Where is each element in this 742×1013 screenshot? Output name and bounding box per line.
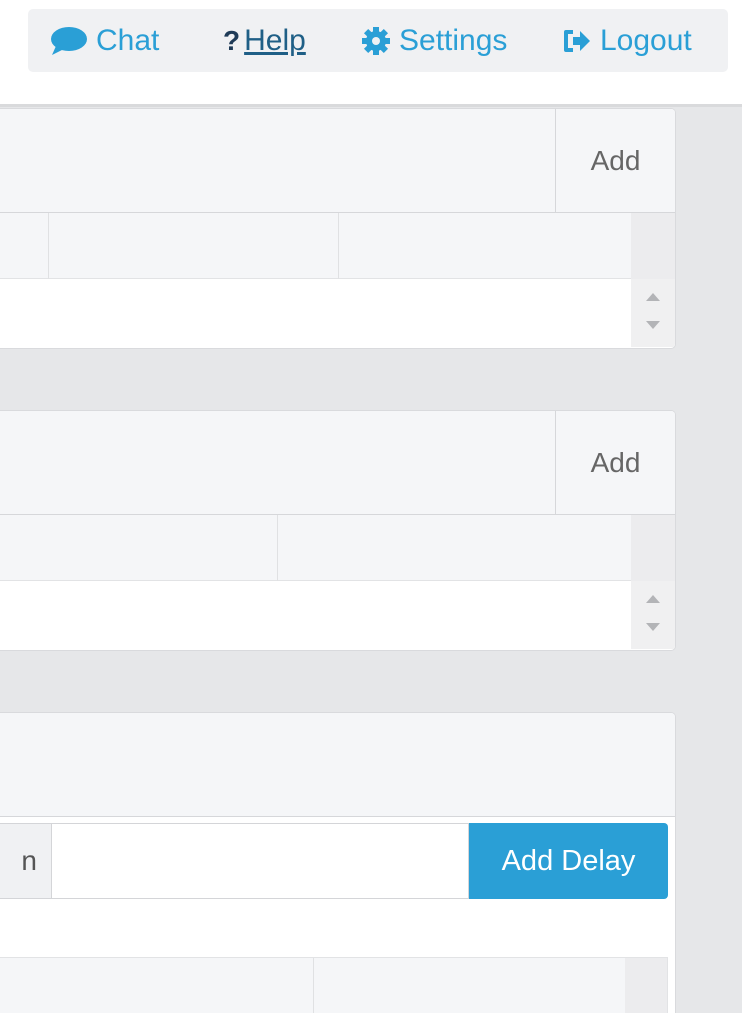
panel-2-grid-body — [0, 581, 675, 649]
column-divider — [313, 958, 314, 1013]
panel-2: Add — [0, 410, 676, 651]
gear-icon — [361, 26, 391, 56]
panel-2-grid-header — [0, 515, 675, 581]
panel-1-grid-body — [0, 279, 675, 347]
panel-1-grid-header — [0, 213, 675, 279]
scroll-down-icon[interactable] — [646, 623, 660, 631]
chat-link[interactable]: Chat — [50, 9, 159, 72]
help-link[interactable]: ? Help — [223, 9, 306, 72]
delay-input[interactable] — [52, 823, 469, 899]
panel-1-add-button[interactable]: Add — [555, 109, 675, 212]
scroll-down-icon[interactable] — [646, 321, 660, 329]
add-delay-button[interactable]: Add Delay — [469, 823, 668, 899]
scrollbar-header-cap — [631, 515, 675, 581]
column-divider — [48, 213, 49, 279]
scrollbar-header-cap — [631, 213, 675, 279]
question-icon: ? — [223, 24, 241, 56]
panel-3-grid-header — [0, 957, 668, 1013]
panel-1-scrollbar[interactable] — [631, 279, 675, 347]
panel-3: n Add Delay — [0, 712, 676, 1013]
panel-1: Add — [0, 108, 676, 349]
column-divider — [338, 213, 339, 279]
logout-link[interactable]: Logout — [562, 9, 692, 72]
scroll-up-icon[interactable] — [646, 293, 660, 301]
panel-2-scrollbar[interactable] — [631, 581, 675, 649]
delay-input-group: n Add Delay — [0, 823, 668, 899]
settings-label: Settings — [399, 23, 508, 57]
scroll-up-icon[interactable] — [646, 595, 660, 603]
help-label: Help — [244, 23, 306, 57]
chat-label: Chat — [96, 23, 160, 57]
chat-bubble-icon — [50, 26, 88, 56]
scrollbar-header-cap — [625, 958, 667, 1013]
delay-input-label: n — [0, 823, 52, 899]
column-divider — [277, 515, 278, 581]
settings-link[interactable]: Settings — [361, 9, 507, 72]
logout-label: Logout — [600, 23, 692, 57]
panel-3-header — [0, 713, 675, 817]
logout-icon — [562, 28, 592, 54]
top-navigation: Chat ? Help Settings Logout — [28, 9, 728, 72]
panel-2-add-button[interactable]: Add — [555, 411, 675, 514]
